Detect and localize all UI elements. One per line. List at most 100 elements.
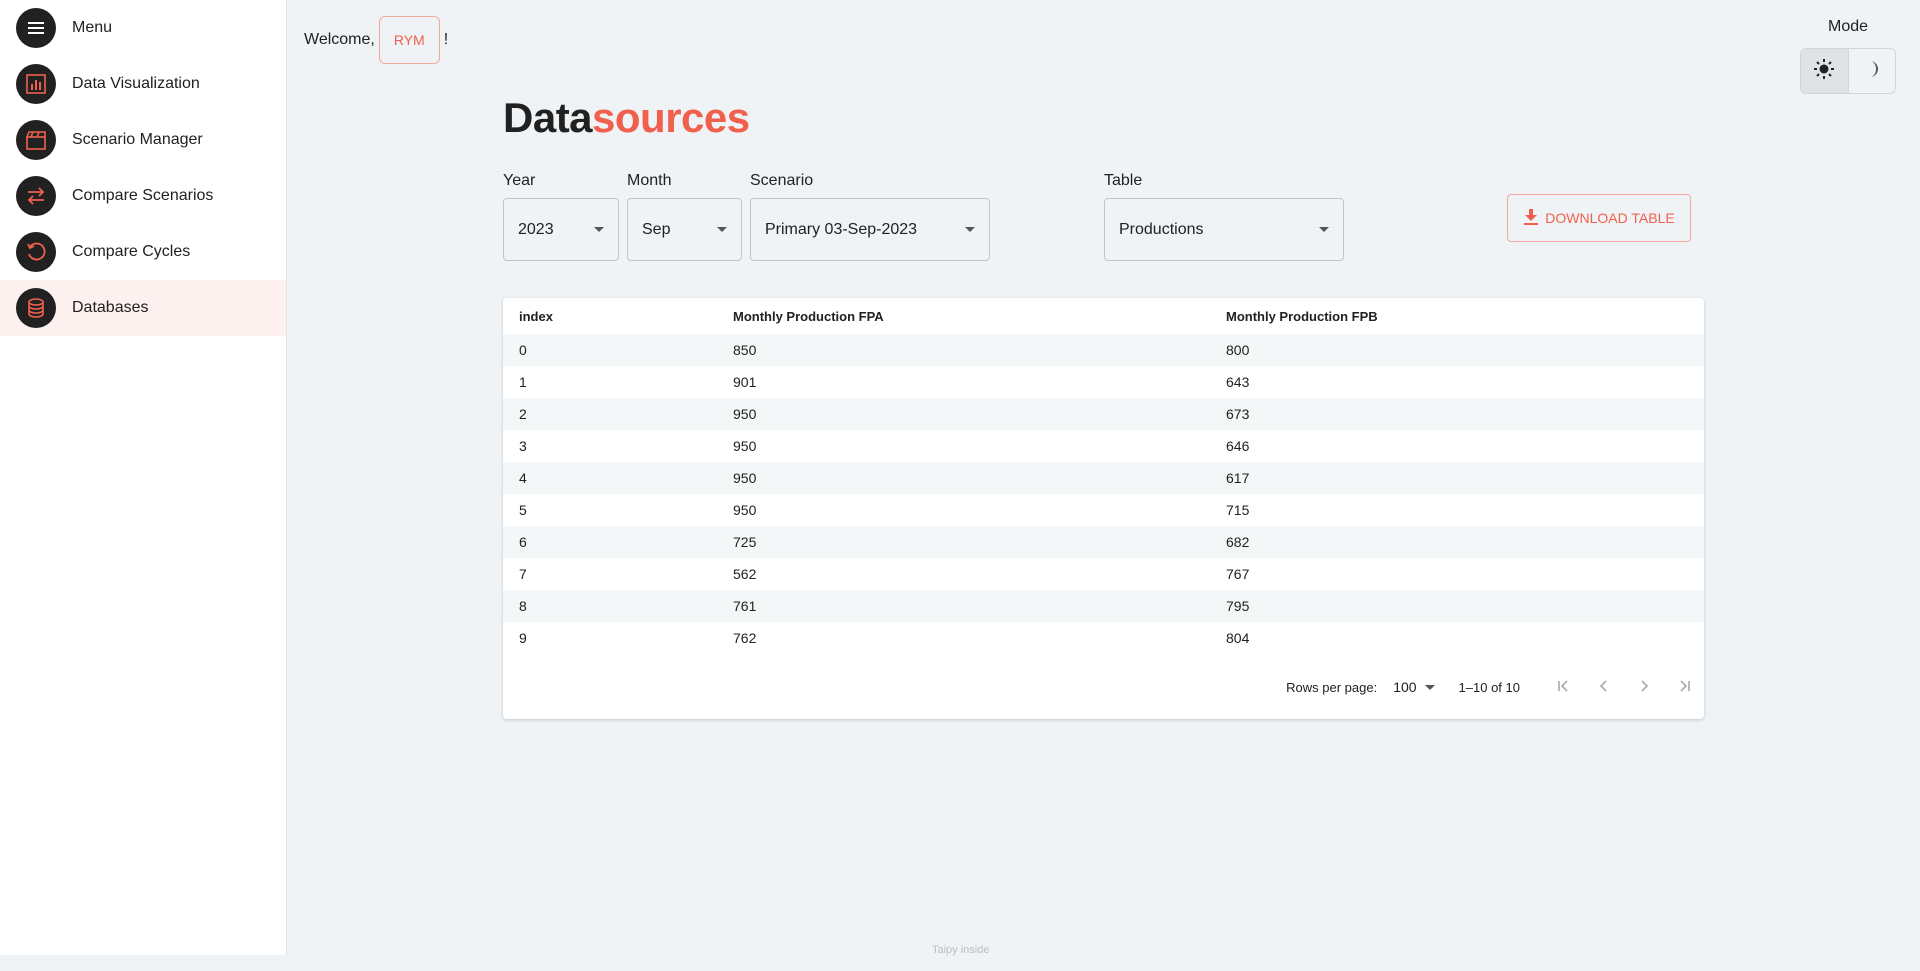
table-cell: 800 — [1226, 342, 1250, 358]
column-header-fpa[interactable]: Monthly Production FPA — [717, 298, 1210, 334]
sidebar-item-label: Compare Scenarios — [72, 187, 214, 204]
table-row: 7 562 767 — [503, 558, 1704, 590]
last-page-icon — [1677, 679, 1691, 696]
year-select[interactable]: 2023 — [503, 198, 619, 261]
table-cell: 762 — [733, 630, 757, 646]
table-row: 0 850 800 — [503, 334, 1704, 366]
chevron-left-icon — [1597, 679, 1611, 696]
table-row: 4 950 617 — [503, 462, 1704, 494]
menu-icon — [16, 8, 56, 48]
sidebar-item-compare-cycles[interactable]: Compare Cycles — [0, 224, 286, 280]
table-cell: 761 — [733, 598, 757, 614]
table-cell: 901 — [733, 374, 757, 390]
previous-page-button[interactable] — [1584, 671, 1624, 703]
swap-arrows-icon — [16, 176, 56, 216]
table-cell: 4 — [519, 470, 527, 486]
scenario-select[interactable]: Primary 03-Sep-2023 — [750, 198, 990, 261]
table-header-row: index Monthly Production FPA Monthly Pro… — [503, 298, 1704, 334]
table-value: Productions — [1119, 220, 1204, 238]
table-cell: 5 — [519, 502, 527, 518]
table-row: 2 950 673 — [503, 398, 1704, 430]
table-cell: 673 — [1226, 406, 1250, 422]
download-table-button[interactable]: DOWNLOAD TABLE — [1507, 194, 1691, 242]
scenario-value: Primary 03-Sep-2023 — [765, 220, 918, 238]
caret-down-icon — [965, 227, 975, 232]
table-cell: 715 — [1226, 502, 1250, 518]
column-header-fpb[interactable]: Monthly Production FPB — [1210, 298, 1704, 334]
year-label: Year — [503, 172, 536, 189]
table-cell: 950 — [733, 438, 757, 454]
table-field: Table Productions — [1104, 172, 1344, 261]
page-range: 1–10 of 10 — [1458, 679, 1520, 695]
database-icon — [16, 288, 56, 328]
dark-mode-button[interactable] — [1847, 49, 1896, 93]
table-cell: 2 — [519, 406, 527, 422]
chart-icon — [16, 64, 56, 104]
table-cell: 950 — [733, 406, 757, 422]
rows-per-page-label: Rows per page: — [1286, 679, 1378, 695]
pagination: Rows per page: 100 1–10 of 10 — [1286, 671, 1704, 703]
table-row: 3 950 646 — [503, 430, 1704, 462]
table-select[interactable]: Productions — [1104, 198, 1344, 261]
page-title: Datasources — [503, 94, 750, 142]
sidebar-item-label: Data Visualization — [72, 75, 200, 92]
last-page-button[interactable] — [1664, 671, 1704, 703]
year-field: Year 2023 — [503, 172, 619, 261]
moon-icon — [1862, 59, 1882, 84]
month-value: Sep — [642, 220, 671, 238]
table-cell: 850 — [733, 342, 757, 358]
table-cell: 562 — [733, 566, 757, 582]
mode-toggle — [1800, 48, 1896, 94]
table-cell: 950 — [733, 502, 757, 518]
chevron-right-icon — [1637, 679, 1651, 696]
welcome-banner: Welcome, RYM ! — [304, 16, 448, 64]
clapperboard-icon — [16, 120, 56, 160]
year-value: 2023 — [518, 220, 554, 238]
sidebar-item-databases[interactable]: Databases — [0, 280, 286, 336]
welcome-exclaim: ! — [443, 31, 449, 48]
table-cell: 9 — [519, 630, 527, 646]
sidebar-item-scenario-manager[interactable]: Scenario Manager — [0, 112, 286, 168]
table-cell: 1 — [519, 374, 527, 390]
table-row: 5 950 715 — [503, 494, 1704, 526]
column-header-index[interactable]: index — [503, 298, 717, 334]
caret-down-icon — [1319, 227, 1329, 232]
sidebar-item-data-visualization[interactable]: Data Visualization — [0, 56, 286, 112]
table-row: 9 762 804 — [503, 622, 1704, 654]
table-cell: 3 — [519, 438, 527, 454]
table-cell: 950 — [733, 470, 757, 486]
sidebar: Menu Data Visualization Scenario Manager… — [0, 0, 287, 955]
data-table-card: index Monthly Production FPA Monthly Pro… — [503, 298, 1704, 719]
scenario-field: Scenario Primary 03-Sep-2023 — [750, 172, 990, 261]
table-row: 8 761 795 — [503, 590, 1704, 622]
caret-down-icon — [717, 227, 727, 232]
month-label: Month — [627, 172, 672, 189]
scenario-label: Scenario — [750, 172, 814, 189]
table-cell: 8 — [519, 598, 527, 614]
table-cell: 725 — [733, 534, 757, 550]
page-title-accent: sources — [592, 94, 750, 141]
first-page-button[interactable] — [1544, 671, 1584, 703]
sidebar-item-compare-scenarios[interactable]: Compare Scenarios — [0, 168, 286, 224]
month-select[interactable]: Sep — [627, 198, 742, 261]
sidebar-item-label: Scenario Manager — [72, 131, 203, 148]
first-page-icon — [1557, 679, 1571, 696]
download-label: DOWNLOAD TABLE — [1545, 210, 1675, 226]
table-cell: 617 — [1226, 470, 1250, 486]
next-page-button[interactable] — [1624, 671, 1664, 703]
sidebar-item-menu[interactable]: Menu — [0, 0, 286, 56]
user-button[interactable]: RYM — [378, 16, 440, 64]
table-cell: 646 — [1226, 438, 1250, 454]
sidebar-item-label: Databases — [72, 299, 149, 316]
caret-down-icon — [1424, 684, 1435, 690]
sidebar-item-label: Menu — [72, 19, 113, 36]
light-mode-button[interactable] — [1801, 49, 1848, 93]
table-cell: 795 — [1226, 598, 1250, 614]
download-icon — [1523, 208, 1539, 229]
table-row: 1 901 643 — [503, 366, 1704, 398]
page-title-main: Data — [503, 94, 593, 141]
table-label: Table — [1104, 172, 1143, 189]
rows-per-page-select[interactable]: 100 — [1393, 679, 1435, 695]
welcome-text: Welcome, — [304, 31, 375, 48]
rows-per-page-value: 100 — [1393, 679, 1417, 695]
